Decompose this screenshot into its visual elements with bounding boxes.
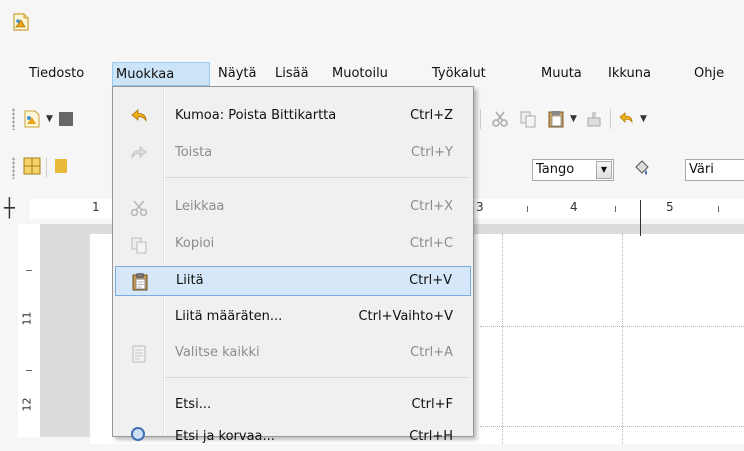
paste-icon xyxy=(132,273,148,291)
menu-item-label: Kopioi xyxy=(175,236,215,251)
menu-item-label: Etsi... xyxy=(175,397,212,412)
menu-muuta[interactable]: Muuta xyxy=(541,64,582,84)
vertical-ruler: 11 12 xyxy=(18,224,40,437)
menu-separator xyxy=(165,177,469,178)
paste-dropdown-icon[interactable]: ▼ xyxy=(570,114,577,124)
menu-muotoilu-label: Muotoilu xyxy=(332,66,388,81)
menu-tiedosto[interactable]: Tiedosto xyxy=(29,64,84,84)
menu-nayta-label: Näytä xyxy=(218,66,257,81)
menu-lisaa[interactable]: Lisää xyxy=(275,64,309,84)
toolbar-separator xyxy=(610,109,611,129)
copy-icon xyxy=(131,237,147,254)
menu-item-redo[interactable]: Toista Ctrl+Y xyxy=(115,139,471,169)
menu-item-cut[interactable]: Leikkaa Ctrl+X xyxy=(115,193,471,223)
menu-separator xyxy=(165,377,469,378)
menu-item-shortcut: Ctrl+Z xyxy=(410,108,453,123)
copy-icon[interactable] xyxy=(518,109,538,129)
ruler-tick xyxy=(615,206,616,212)
undo-icon[interactable] xyxy=(616,109,636,129)
menu-item-undo[interactable]: Kumoa: Poista Bittikartta Ctrl+Z xyxy=(115,102,471,132)
gradient-combobox[interactable]: Tango ▼ xyxy=(532,159,614,181)
new-document-icon[interactable] xyxy=(22,109,42,129)
ruler-number: 5 xyxy=(666,200,674,214)
ruler-number: 4 xyxy=(570,200,578,214)
toolbar-separator xyxy=(46,158,47,178)
menu-item-find-replace[interactable]: Etsi ja korvaa... Ctrl+H xyxy=(115,421,471,451)
undo-icon xyxy=(131,109,147,122)
menu-bar: Tiedosto Muokkaa Näytä Lisää Muotoilu Ty… xyxy=(0,60,744,86)
ruler-tick xyxy=(26,270,32,271)
ruler-number: 3 xyxy=(476,200,484,214)
menu-muotoilu[interactable]: Muotoilu xyxy=(332,64,388,84)
menu-ohje-label: Ohje xyxy=(694,66,725,81)
area-style-combobox[interactable]: Väri xyxy=(685,159,744,181)
menu-item-label: Leikkaa xyxy=(175,199,225,214)
grid-line xyxy=(480,326,744,327)
redo-icon xyxy=(131,146,147,159)
area-style-value: Väri xyxy=(689,162,714,177)
ruler-tick xyxy=(718,206,719,212)
ruler-tick xyxy=(26,370,32,371)
draw-app-icon[interactable] xyxy=(12,13,30,31)
gradient-value: Tango xyxy=(536,162,575,177)
grid-line xyxy=(480,426,744,427)
undo-dropdown-icon[interactable]: ▼ xyxy=(640,114,647,124)
toolbar-grip[interactable] xyxy=(12,108,15,130)
toolbar-separator xyxy=(480,109,481,129)
toolbar-grip[interactable] xyxy=(12,157,15,179)
menu-item-select-all[interactable]: Valitse kaikki Ctrl+A xyxy=(115,339,471,369)
ruler-tick xyxy=(527,206,528,212)
menu-ikkuna-label: Ikkuna xyxy=(608,66,651,81)
menu-tiedosto-label: Tiedosto xyxy=(29,66,85,81)
ruler-number: 12 xyxy=(20,397,34,412)
menu-item-find[interactable]: Etsi... Ctrl+F xyxy=(115,391,471,421)
menu-item-shortcut: Ctrl+Vaihto+V xyxy=(358,309,453,324)
menu-item-label: Toista xyxy=(175,145,213,160)
cut-icon[interactable] xyxy=(490,109,510,129)
title-bar xyxy=(0,0,744,44)
cut-icon xyxy=(130,200,148,217)
clone-formatting-icon[interactable] xyxy=(584,109,604,129)
ruler-number: 11 xyxy=(20,311,34,326)
menu-lisaa-label: Lisää xyxy=(275,66,309,81)
menu-item-paste[interactable]: Liitä Ctrl+V xyxy=(115,266,471,296)
paste-icon[interactable] xyxy=(546,109,566,129)
menu-item-shortcut: Ctrl+V xyxy=(409,273,452,288)
find-replace-icon xyxy=(131,427,145,441)
line-style-icon[interactable] xyxy=(52,156,72,176)
menu-muokkaa[interactable]: Muokkaa xyxy=(112,62,210,86)
grid-line xyxy=(502,234,503,444)
menu-muokkaa-label: Muokkaa xyxy=(116,67,175,82)
menu-item-label: Liitä xyxy=(176,273,204,288)
menu-ohje[interactable]: Ohje xyxy=(694,64,724,84)
menu-item-shortcut: Ctrl+C xyxy=(409,236,453,251)
menu-item-shortcut: Ctrl+X xyxy=(410,199,453,214)
ruler-number: 1 xyxy=(92,200,100,214)
gradient-dropdown-button[interactable]: ▼ xyxy=(596,161,612,179)
grid-icon[interactable] xyxy=(22,156,42,176)
menu-item-paste-special[interactable]: Liitä määräten... Ctrl+Vaihto+V xyxy=(115,303,471,333)
grid-line xyxy=(622,234,623,444)
menu-item-label: Valitse kaikki xyxy=(175,345,260,360)
tab-stop-icon[interactable]: ┼ xyxy=(4,198,15,219)
page-margin-line xyxy=(640,200,641,236)
template-icon[interactable] xyxy=(56,109,76,129)
new-dropdown-icon[interactable]: ▼ xyxy=(46,114,53,124)
edit-menu: Kumoa: Poista Bittikartta Ctrl+Z Toista … xyxy=(112,86,474,444)
menu-item-shortcut: Ctrl+Y xyxy=(411,145,453,160)
menu-item-label: Liitä määräten... xyxy=(175,309,283,324)
menu-muuta-label: Muuta xyxy=(541,66,582,81)
fill-bucket-icon[interactable] xyxy=(632,158,652,178)
menu-item-label: Kumoa: Poista Bittikartta xyxy=(175,108,337,123)
menu-tyokalut[interactable]: Työkalut xyxy=(432,64,486,84)
menu-item-copy[interactable]: Kopioi Ctrl+C xyxy=(115,230,471,260)
chevron-down-icon: ▼ xyxy=(600,165,608,174)
menu-item-shortcut: Ctrl+A xyxy=(410,345,453,360)
menu-tyokalut-label: Työkalut xyxy=(432,66,486,81)
select-all-icon xyxy=(132,345,146,363)
menu-nayta[interactable]: Näytä xyxy=(218,64,256,84)
menu-item-shortcut: Ctrl+F xyxy=(411,397,453,412)
menu-ikkuna[interactable]: Ikkuna xyxy=(608,64,651,84)
